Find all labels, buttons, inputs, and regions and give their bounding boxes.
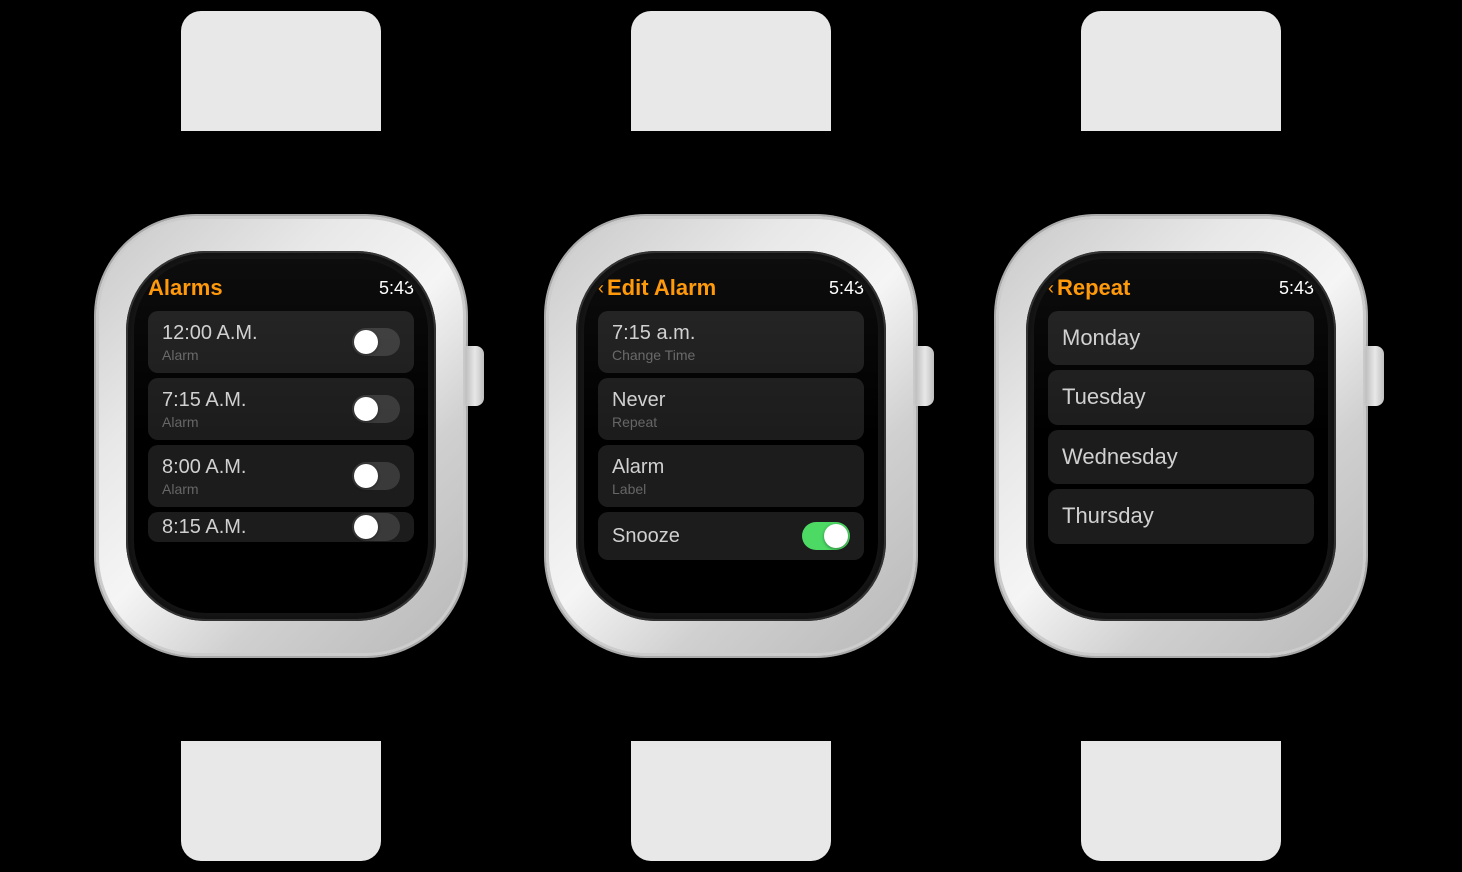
list-item[interactable]: 8:00 A.M. Alarm — [148, 445, 414, 507]
screen-title-text-2: Edit Alarm — [607, 275, 716, 301]
edit-time-label: Change Time — [612, 347, 695, 363]
snooze-toggle[interactable] — [802, 522, 850, 550]
edit-snooze-label: Snooze — [612, 524, 680, 548]
screen-content-1: Alarms 5:43 12:00 A.M. Alarm — [134, 259, 428, 613]
watch-body-2: ‹ Edit Alarm 5:43 7:15 a.m. Change Time — [536, 111, 926, 761]
repeat-wednesday: Wednesday — [1062, 444, 1178, 469]
list-item[interactable]: 12:00 A.M. Alarm — [148, 311, 414, 373]
alarm-1-toggle[interactable] — [352, 328, 400, 356]
crown-3 — [1366, 346, 1384, 406]
screen-title-text-3: Repeat — [1057, 275, 1130, 301]
alarm-1-label: Alarm — [162, 347, 258, 363]
screen-header-3: ‹ Repeat 5:43 — [1048, 275, 1314, 301]
edit-label-value: Alarm — [612, 455, 664, 479]
list-item[interactable]: 7:15 a.m. Change Time — [598, 311, 864, 373]
back-chevron-3[interactable]: ‹ — [1048, 278, 1054, 299]
edit-repeat-value: Never — [612, 388, 665, 412]
edit-time-content: 7:15 a.m. Change Time — [612, 321, 695, 363]
screen-content-3: ‹ Repeat 5:43 Monday Tuesday — [1034, 259, 1328, 613]
watch-edit-alarm: ‹ Edit Alarm 5:43 7:15 a.m. Change Time — [536, 111, 926, 761]
crown-2 — [916, 346, 934, 406]
alarm-1-content: 12:00 A.M. Alarm — [162, 321, 258, 363]
alarm-2-toggle-knob — [354, 397, 378, 421]
alarm-2-content: 7:15 A.M. Alarm — [162, 388, 247, 430]
edit-label-label: Label — [612, 481, 664, 497]
repeat-thursday: Thursday — [1062, 503, 1154, 528]
screen-header-1: Alarms 5:43 — [148, 275, 414, 301]
watch-body-3: ‹ Repeat 5:43 Monday Tuesday — [986, 111, 1376, 761]
watch-screen-2: ‹ Edit Alarm 5:43 7:15 a.m. Change Time — [584, 259, 878, 613]
band-bottom-3 — [1081, 741, 1281, 861]
snooze-toggle-knob — [824, 524, 848, 548]
list-item[interactable]: Never Repeat — [598, 378, 864, 440]
alarm-3-toggle-knob — [354, 464, 378, 488]
band-bottom-1 — [181, 741, 381, 861]
list-item[interactable]: 7:15 A.M. Alarm — [148, 378, 414, 440]
watch-repeat: ‹ Repeat 5:43 Monday Tuesday — [986, 111, 1376, 761]
screen-title-3: ‹ Repeat — [1048, 275, 1130, 301]
screen-bezel-2: ‹ Edit Alarm 5:43 7:15 a.m. Change Time — [576, 251, 886, 621]
alarm-4-toggle-knob — [354, 515, 378, 539]
list-item[interactable]: Thursday — [1048, 489, 1314, 543]
back-chevron-2[interactable]: ‹ — [598, 278, 604, 299]
list-item-partial[interactable]: 8:15 A.M. — [148, 512, 414, 542]
list-item[interactable]: Tuesday — [1048, 370, 1314, 424]
alarm-3-content: 8:00 A.M. Alarm — [162, 455, 247, 497]
watch-alarms: Alarms 5:43 12:00 A.M. Alarm — [86, 111, 476, 761]
alarm-3-toggle[interactable] — [352, 462, 400, 490]
watch-screen-1: Alarms 5:43 12:00 A.M. Alarm — [134, 259, 428, 613]
screen-header-2: ‹ Edit Alarm 5:43 — [598, 275, 864, 301]
screen-time-2: 5:43 — [829, 278, 864, 299]
edit-repeat-content: Never Repeat — [612, 388, 665, 430]
edit-label-content: Alarm Label — [612, 455, 664, 497]
repeat-monday: Monday — [1062, 325, 1140, 350]
watch-case-3: ‹ Repeat 5:43 Monday Tuesday — [996, 216, 1366, 656]
edit-repeat-label: Repeat — [612, 414, 665, 430]
screen-title-2: ‹ Edit Alarm — [598, 275, 716, 301]
repeat-tuesday: Tuesday — [1062, 384, 1146, 409]
screen-bezel-3: ‹ Repeat 5:43 Monday Tuesday — [1026, 251, 1336, 621]
screen-content-2: ‹ Edit Alarm 5:43 7:15 a.m. Change Time — [584, 259, 878, 613]
watch-case-1: Alarms 5:43 12:00 A.M. Alarm — [96, 216, 466, 656]
screen-time-3: 5:43 — [1279, 278, 1314, 299]
alarm-4-time: 8:15 A.M. — [162, 515, 247, 539]
list-item[interactable]: Snooze — [598, 512, 864, 560]
screen-title-1: Alarms — [148, 275, 223, 301]
alarm-3-time: 8:00 A.M. — [162, 455, 247, 479]
edit-alarm-list: 7:15 a.m. Change Time Never Repeat — [598, 311, 864, 599]
screen-time-1: 5:43 — [379, 278, 414, 299]
alarm-2-label: Alarm — [162, 414, 247, 430]
alarm-1-toggle-knob — [354, 330, 378, 354]
list-item[interactable]: Monday — [1048, 311, 1314, 365]
crown-1 — [466, 346, 484, 406]
edit-snooze-content: Snooze — [612, 524, 680, 548]
watch-screen-3: ‹ Repeat 5:43 Monday Tuesday — [1034, 259, 1328, 613]
repeat-list: Monday Tuesday Wednesday Thursday — [1048, 311, 1314, 599]
alarm-2-time: 7:15 A.M. — [162, 388, 247, 412]
alarm-1-time: 12:00 A.M. — [162, 321, 258, 345]
list-item[interactable]: Alarm Label — [598, 445, 864, 507]
watch-case-2: ‹ Edit Alarm 5:43 7:15 a.m. Change Time — [546, 216, 916, 656]
screen-bezel-1: Alarms 5:43 12:00 A.M. Alarm — [126, 251, 436, 621]
watch-body-1: Alarms 5:43 12:00 A.M. Alarm — [86, 111, 476, 761]
alarm-2-toggle[interactable] — [352, 395, 400, 423]
edit-time-value: 7:15 a.m. — [612, 321, 695, 345]
alarm-list: 12:00 A.M. Alarm 7:15 A.M. Al — [148, 311, 414, 599]
band-bottom-2 — [631, 741, 831, 861]
alarm-3-label: Alarm — [162, 481, 247, 497]
list-item[interactable]: Wednesday — [1048, 430, 1314, 484]
alarm-4-toggle[interactable] — [352, 513, 400, 541]
